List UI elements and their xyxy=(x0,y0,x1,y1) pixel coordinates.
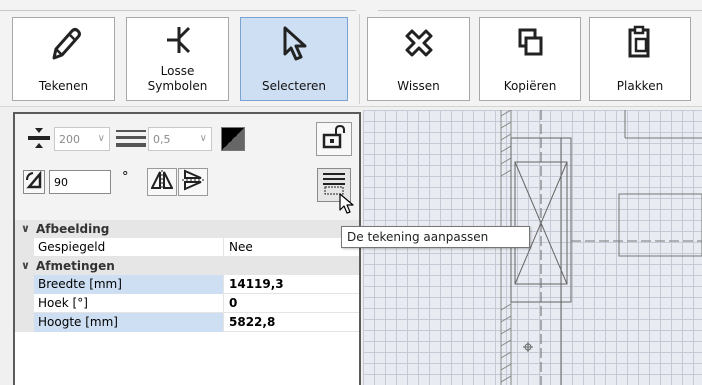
properties-panel: 200 ∨ 0,5 ∨ 90 ° ∨ Afbeelding Gespiegeld… xyxy=(13,112,361,385)
color-swatch-button[interactable] xyxy=(221,127,245,151)
tekenen-label: Tekenen xyxy=(38,79,89,93)
selecteren-label: Selecteren xyxy=(261,79,327,93)
property-row[interactable]: Hoogte [mm] 5822,8 xyxy=(15,313,359,332)
symbol-icon xyxy=(127,22,228,58)
losse-symbolen-button[interactable]: Losse Symbolen xyxy=(126,17,229,101)
edit-toolbar: 200 ∨ 0,5 ∨ 90 ° xyxy=(15,114,359,220)
row-gutter xyxy=(15,313,34,332)
pencil-icon xyxy=(13,24,114,62)
category-afmetingen[interactable]: ∨ Afmetingen xyxy=(15,257,359,275)
property-row[interactable]: Hoek [°] 0 xyxy=(15,294,359,313)
line-width-icon xyxy=(27,126,51,154)
erase-x-icon xyxy=(368,24,469,62)
property-value: Nee xyxy=(229,240,253,254)
wissen-label: Wissen xyxy=(397,79,440,93)
property-grid: ∨ Afbeelding Gespiegeld Nee ∨ Afmetingen… xyxy=(15,220,359,332)
line-thickness-select[interactable]: 0,5 ∨ xyxy=(148,127,212,151)
category-afbeelding[interactable]: ∨ Afbeelding xyxy=(15,220,359,238)
losse-symbolen-label-line2: Symbolen xyxy=(147,79,208,93)
chevron-down-icon: ∨ xyxy=(21,222,30,235)
mirror-vertical-icon xyxy=(182,169,204,195)
paste-icon xyxy=(590,24,690,62)
rotate-angle-icon xyxy=(25,170,43,193)
property-name: Breedte [mm] xyxy=(34,275,224,294)
tekenen-button[interactable]: Tekenen xyxy=(12,17,115,101)
rotation-value: 90 xyxy=(54,175,68,189)
mirror-vertical-button[interactable] xyxy=(178,168,208,196)
kopieren-button[interactable]: Kopiëren xyxy=(479,17,581,101)
chevron-down-icon: ∨ xyxy=(97,133,105,144)
line-width-select[interactable]: 200 ∨ xyxy=(54,127,110,151)
mirror-horizontal-button[interactable] xyxy=(147,168,177,196)
wissen-button[interactable]: Wissen xyxy=(367,17,470,101)
row-gutter xyxy=(15,238,34,257)
rotate-button[interactable] xyxy=(23,170,45,194)
property-name: Gespiegeld xyxy=(34,238,224,257)
lock-button[interactable] xyxy=(316,122,352,156)
property-name: Hoek [°] xyxy=(34,294,224,313)
ribbon-tab-divider xyxy=(0,0,356,11)
line-thickness-value: 0,5 xyxy=(153,132,171,146)
ribbon-group-separator xyxy=(359,14,360,104)
losse-symbolen-label-line1: Losse xyxy=(160,64,195,78)
pointer-icon xyxy=(241,24,347,62)
unlock-icon xyxy=(322,124,346,153)
plakken-button[interactable]: Plakken xyxy=(589,17,691,101)
property-name: Hoogte [mm] xyxy=(34,313,224,332)
rotation-input[interactable]: 90 xyxy=(49,170,111,194)
property-value: 14119,3 xyxy=(229,277,284,291)
property-value: 5822,8 xyxy=(229,315,276,329)
copy-icon xyxy=(480,24,580,62)
tooltip: De tekening aanpassen xyxy=(341,226,530,248)
toolbar-row-line: 200 ∨ 0,5 ∨ xyxy=(15,114,359,164)
category-label: Afbeelding xyxy=(36,222,110,236)
row-gutter xyxy=(15,275,34,294)
line-width-value: 200 xyxy=(59,132,80,146)
property-row[interactable]: Gespiegeld Nee xyxy=(15,238,359,257)
room-outline xyxy=(571,110,702,257)
line-thickness-icon xyxy=(116,128,146,152)
chevron-down-icon: ∨ xyxy=(199,133,207,144)
row-gutter xyxy=(15,294,34,313)
property-row[interactable]: Breedte [mm] 14119,3 xyxy=(15,275,359,294)
category-label: Afmetingen xyxy=(36,259,115,273)
selecteren-button[interactable]: Selecteren xyxy=(240,17,348,101)
ribbon-tab-divider xyxy=(378,0,702,11)
mirror-horizontal-icon xyxy=(150,170,174,194)
toolbar-row-transform: 90 ° xyxy=(15,164,359,220)
ribbon-toolbar: Tekenen Losse Symbolen Selecteren Wissen… xyxy=(0,0,702,107)
chevron-down-icon: ∨ xyxy=(21,259,30,272)
degree-label: ° xyxy=(122,170,129,185)
mouse-cursor-icon xyxy=(339,193,355,219)
plakken-label: Plakken xyxy=(616,79,664,93)
kopieren-label: Kopiëren xyxy=(503,79,557,93)
property-value: 0 xyxy=(229,296,238,310)
